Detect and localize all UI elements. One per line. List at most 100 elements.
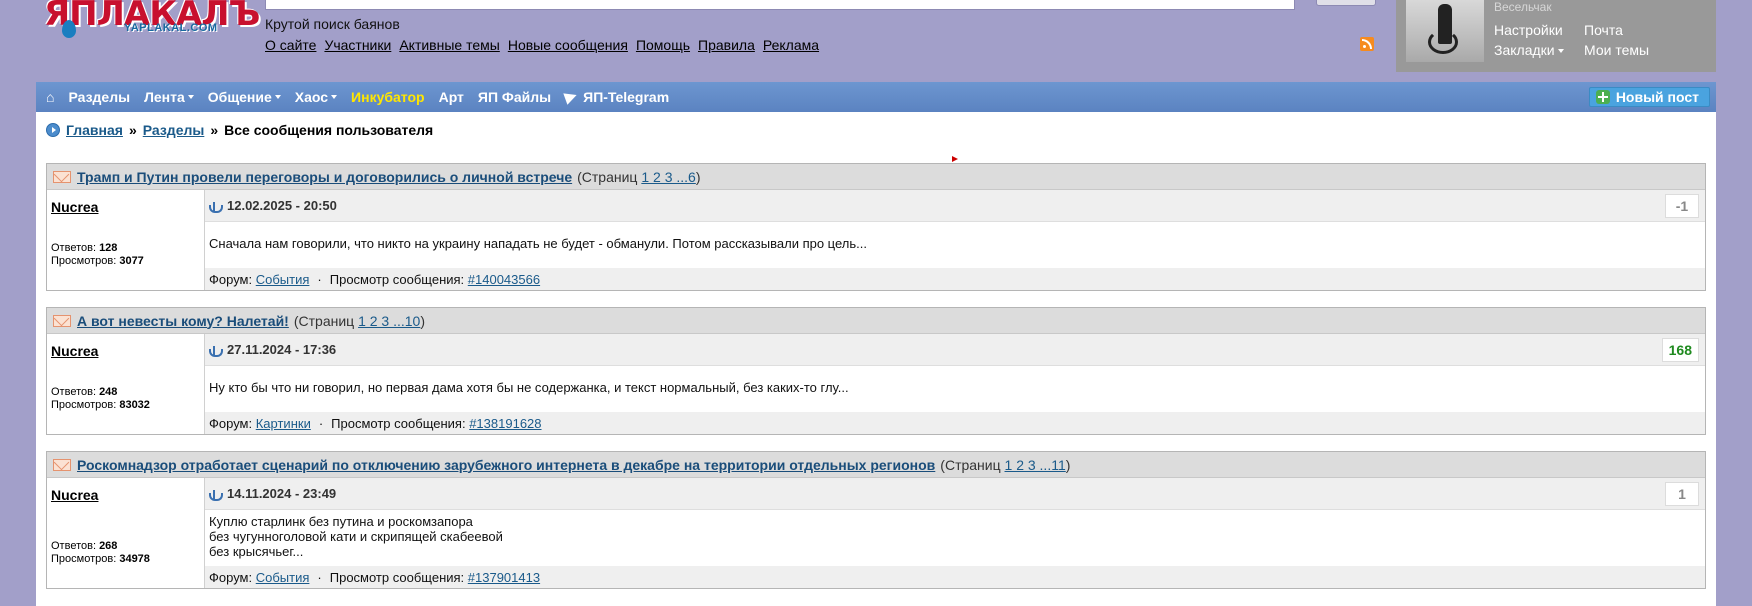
avatar[interactable]	[1406, 0, 1484, 62]
forum-label: Форум:	[209, 569, 253, 585]
bookmarks-dropdown[interactable]: Закладки	[1494, 42, 1584, 58]
author-column: Nucrea Ответов: 128 Просмотров: 3077	[47, 190, 205, 290]
nav-feed-label: Лента	[144, 89, 185, 105]
replies-count: 248	[99, 386, 118, 398]
views-count: 3077	[119, 255, 144, 267]
post-id-link[interactable]: #137901413	[468, 570, 540, 585]
chevron-down-icon	[274, 95, 281, 99]
post-rating: -1	[1665, 194, 1699, 218]
topic-body: Nucrea Ответов: 268 Просмотров: 34978 14…	[47, 478, 1705, 588]
nav-talk[interactable]: Общение	[208, 89, 281, 105]
login-button[interactable]	[1316, 0, 1376, 6]
breadcrumb-separator: »	[210, 122, 219, 138]
nav-chaos[interactable]: Хаос	[295, 89, 338, 105]
nav-feed[interactable]: Лента	[144, 89, 194, 105]
topic-title[interactable]: А вот невесты кому? Налетай!	[77, 313, 289, 329]
chevron-down-icon	[1557, 49, 1564, 54]
my-topics-link[interactable]: Мои темы	[1584, 42, 1674, 58]
replies-label: Ответов:	[51, 242, 96, 254]
view-post-label: Просмотр сообщения:	[329, 271, 465, 287]
bookmarks-label: Закладки	[1494, 42, 1555, 58]
pages-suffix: )	[695, 168, 701, 185]
rss-icon[interactable]	[1360, 37, 1374, 51]
post-meta: 14.11.2024 - 23:49 1	[205, 478, 1705, 510]
forum-link[interactable]: Картинки	[256, 416, 311, 431]
user-links: Настройки Почта Закладки Мои темы	[1494, 22, 1674, 58]
topic-header: А вот невесты кому? Налетай! (Страниц 1 …	[47, 308, 1705, 334]
settings-link[interactable]: Настройки	[1494, 22, 1584, 38]
anchor-icon[interactable]	[209, 200, 223, 213]
post-id-link[interactable]: #140043566	[468, 272, 540, 287]
post-column: 12.02.2025 - 20:50 -1 Сначала нам говори…	[205, 190, 1705, 290]
arrow-circle-icon	[46, 123, 60, 137]
link-members[interactable]: Участники	[324, 37, 391, 53]
author-link[interactable]: Nucrea	[51, 487, 98, 503]
post-snippet: Куплю старлинк без путина и роскомзапора…	[205, 510, 1705, 566]
view-post-label: Просмотр сообщения:	[329, 569, 465, 585]
views-count: 34978	[119, 553, 150, 565]
link-about[interactable]: О сайте	[265, 37, 316, 53]
replies-label: Ответов:	[51, 386, 96, 398]
plus-icon	[1595, 90, 1610, 104]
topic-title[interactable]: Роскомнадзор отработает сценарий по откл…	[77, 457, 935, 473]
pages-links[interactable]: 1 2 3 ...11	[1005, 457, 1066, 473]
post-date: 12.02.2025 - 20:50	[227, 198, 337, 213]
topic-title[interactable]: Трамп и Путин провели переговоры и догов…	[77, 169, 572, 185]
replies-count: 268	[99, 540, 118, 552]
nav-sections[interactable]: Разделы	[68, 89, 130, 105]
topic-header: Трамп и Путин провели переговоры и догов…	[47, 164, 1705, 190]
home-icon[interactable]: ⌂	[46, 89, 54, 105]
pages-links[interactable]: 1 2 3 ...10	[358, 313, 420, 329]
link-new-messages[interactable]: Новые сообщения	[508, 37, 628, 53]
topic-header: Роскомнадзор отработает сценарий по откл…	[47, 452, 1705, 478]
site-logo[interactable]: ЯПЛАКАЛЪ YAPLAKAL.COM	[44, 0, 260, 46]
post-snippet-line: без крысячьег...	[209, 544, 304, 559]
post-id-link[interactable]: #138191628	[469, 416, 541, 431]
topic-body: Nucrea Ответов: 128 Просмотров: 3077 12.…	[47, 190, 1705, 290]
topic-stats: Ответов: 128 Просмотров: 3077	[51, 242, 144, 268]
author-link[interactable]: Nucrea	[51, 199, 98, 215]
link-help[interactable]: Помощь	[636, 37, 690, 53]
site-header: ЯПЛАКАЛЪ YAPLAKAL.COM Крутой поиск баяно…	[0, 0, 1752, 78]
breadcrumb-sections[interactable]: Разделы	[143, 122, 205, 138]
post-snippet: Ну кто бы что ни говорил, но первая дама…	[209, 380, 849, 395]
envelope-icon	[53, 170, 71, 183]
nav-telegram[interactable]: ЯП-Telegram	[563, 89, 669, 105]
page-title: Все сообщения пользователя	[224, 122, 434, 138]
anchor-icon[interactable]	[209, 488, 223, 501]
topic-stats: Ответов: 248 Просмотров: 83032	[51, 386, 150, 412]
separator-dot: ·	[317, 271, 322, 287]
link-ads[interactable]: Реклама	[763, 37, 819, 53]
post-snippet-line: Куплю старлинк без путина и роскомзапора	[209, 514, 473, 529]
chevron-down-icon	[187, 95, 194, 99]
envelope-icon	[53, 314, 71, 327]
search-input[interactable]	[265, 0, 1295, 10]
user-panel: Весельчак Настройки Почта Закладки Мои т…	[1396, 0, 1716, 72]
topic-pages: (Страниц 1 2 3 ...6)	[577, 169, 700, 185]
main-content: Главная » Разделы » Все сообщения пользо…	[36, 112, 1716, 606]
nav-incubator[interactable]: Инкубатор	[351, 89, 425, 105]
post-meta: 27.11.2024 - 17:36 168	[205, 334, 1705, 366]
post-meta: 12.02.2025 - 20:50 -1	[205, 190, 1705, 222]
nav-files[interactable]: ЯП Файлы	[478, 89, 551, 105]
views-label: Просмотров:	[51, 399, 117, 411]
anchor-icon[interactable]	[209, 344, 223, 357]
pages-links[interactable]: 1 2 3 ...6	[641, 169, 695, 185]
nav-art[interactable]: Арт	[439, 89, 464, 105]
nav-talk-label: Общение	[207, 89, 272, 105]
author-link[interactable]: Nucrea	[51, 343, 98, 359]
post-footer: Форум: Картинки · Просмотр сообщения: #1…	[205, 412, 1705, 434]
post-date: 14.11.2024 - 23:49	[227, 486, 337, 501]
pages-prefix: (Страниц	[577, 168, 638, 185]
user-rank: Весельчак	[1494, 0, 1552, 14]
forum-link[interactable]: События	[256, 272, 310, 287]
topic-card: А вот невесты кому? Налетай! (Страниц 1 …	[46, 307, 1706, 435]
forum-link[interactable]: События	[256, 570, 310, 585]
link-rules[interactable]: Правила	[698, 37, 755, 53]
link-active-topics[interactable]: Активные темы	[399, 37, 500, 53]
mail-link[interactable]: Почта	[1584, 22, 1674, 38]
new-post-button[interactable]: Новый пост	[1588, 87, 1710, 107]
breadcrumb-home[interactable]: Главная	[66, 122, 123, 138]
separator-dot: ·	[318, 415, 324, 431]
chevron-down-icon	[331, 95, 338, 99]
